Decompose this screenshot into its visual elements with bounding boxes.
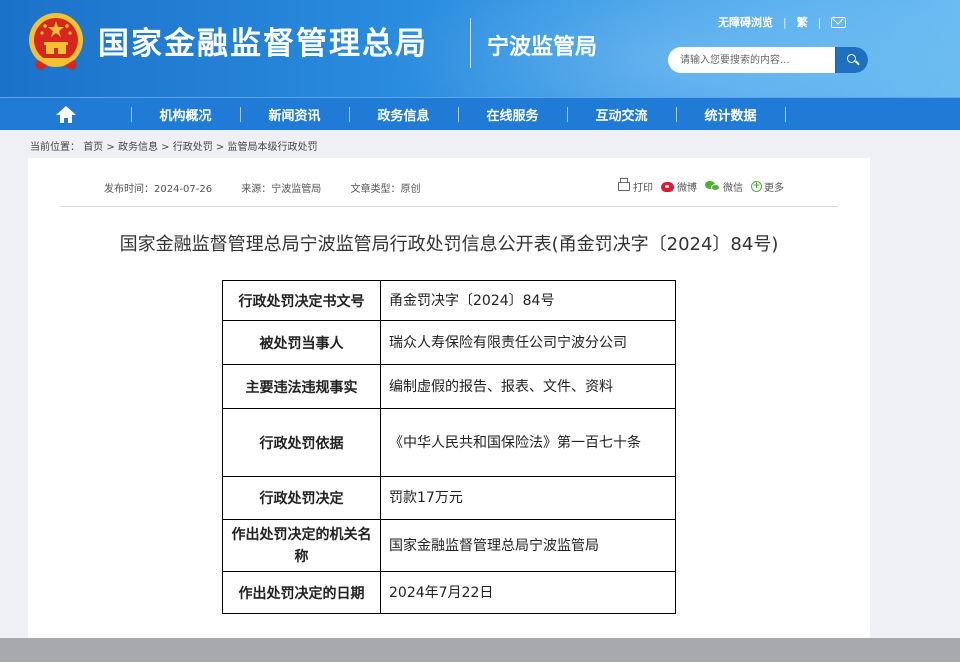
- search-box: [668, 47, 868, 73]
- link-separator: |: [817, 15, 822, 29]
- more-share-button[interactable]: + 更多: [751, 179, 784, 194]
- article-card: 发布时间：2024-07-26 来源：宁波监管局 文章类型：原创 打印 微博 微…: [28, 158, 870, 638]
- divider: [60, 206, 838, 207]
- table-row: 行政处罚决定 罚款17万元: [222, 476, 676, 520]
- top-links: 无障碍浏览 | 繁 |: [718, 14, 847, 30]
- nav-item-news[interactable]: 新闻资讯: [240, 98, 349, 131]
- nav-divider: [785, 106, 786, 122]
- table-value: 《中华人民共和国保险法》第一百七十条: [380, 408, 676, 477]
- article-title: 国家金融监督管理总局宁波监管局行政处罚信息公开表(甬金罚决字〔2024〕84号): [119, 234, 779, 255]
- penalty-info-table: 行政处罚决定书文号 甬金罚决字〔2024〕84号 被处罚当事人 瑞众人寿保险有限…: [222, 280, 676, 614]
- nav-item-interaction[interactable]: 互动交流: [567, 98, 676, 131]
- table-value: 编制虚假的报告、报表、文件、资料: [380, 364, 676, 409]
- table-key: 被处罚当事人: [222, 320, 381, 365]
- nav-home[interactable]: [0, 98, 131, 131]
- share-bar: 打印 微博 微信 + 更多: [618, 178, 792, 194]
- article-type: 文章类型：原创: [350, 184, 421, 195]
- weibo-label: 微博: [677, 183, 697, 194]
- print-label: 打印: [633, 183, 653, 194]
- breadcrumb-separator: >: [215, 142, 225, 153]
- search-button[interactable]: [835, 47, 868, 73]
- table-row: 作出处罚决定的日期 2024年7月22日: [222, 571, 676, 614]
- print-button[interactable]: 打印: [618, 178, 653, 194]
- site-title[interactable]: 国家金融监督管理总局: [98, 18, 428, 63]
- breadcrumb-government-info[interactable]: 政务信息: [118, 142, 158, 153]
- publish-time: 发布时间：2024-07-26: [104, 184, 213, 195]
- table-key: 行政处罚决定: [222, 476, 381, 520]
- main-nav: 机构概况 新闻资讯 政务信息 在线服务 互动交流 统计数据: [0, 97, 960, 130]
- national-emblem-icon: [29, 13, 83, 70]
- search-icon: [847, 54, 856, 63]
- breadcrumb-label: 当前位置：: [30, 142, 80, 153]
- table-row: 主要违法违规事实 编制虚假的报告、报表、文件、资料: [222, 364, 676, 409]
- printer-icon: [618, 178, 630, 191]
- site-header: 国家金融监督管理总局 宁波监管局 无障碍浏览 | 繁 |: [0, 0, 960, 97]
- home-icon: [55, 105, 76, 123]
- page-bottom-bar: [0, 638, 960, 662]
- title-divider: [470, 18, 471, 68]
- table-key: 行政处罚决定书文号: [222, 280, 381, 321]
- traditional-chinese-link[interactable]: 繁: [797, 14, 808, 30]
- breadcrumb-penalties[interactable]: 行政处罚: [173, 142, 213, 153]
- table-value: 瑞众人寿保险有限责任公司宁波分公司: [380, 320, 676, 365]
- weibo-share-button[interactable]: 微博: [661, 179, 697, 194]
- table-value: 国家金融监督管理总局宁波监管局: [380, 519, 676, 572]
- breadcrumb-separator: >: [161, 142, 170, 153]
- wechat-share-button[interactable]: 微信: [705, 179, 743, 194]
- table-key: 作出处罚决定的日期: [222, 571, 381, 614]
- breadcrumb-home[interactable]: 首页: [83, 142, 103, 153]
- nav-item-organization[interactable]: 机构概况: [131, 98, 240, 131]
- nav-item-government-info[interactable]: 政务信息: [349, 98, 458, 131]
- search-input[interactable]: [668, 47, 835, 73]
- table-row: 被处罚当事人 瑞众人寿保险有限责任公司宁波分公司: [222, 320, 676, 365]
- breadcrumb: 当前位置： 首页 > 政务信息 > 行政处罚 > 监管局本级行政处罚: [30, 138, 317, 153]
- weibo-icon: [661, 181, 674, 192]
- table-value: 罚款17万元: [380, 476, 676, 520]
- accessibility-link[interactable]: 无障碍浏览: [718, 14, 773, 30]
- more-label: 更多: [764, 183, 784, 194]
- nav-item-statistics[interactable]: 统计数据: [676, 98, 785, 131]
- wechat-icon: [705, 181, 720, 192]
- article-source: 来源：宁波监管局: [241, 184, 322, 195]
- plus-icon: +: [751, 181, 762, 192]
- mail-icon[interactable]: [831, 16, 847, 28]
- table-row: 行政处罚依据 《中华人民共和国保险法》第一百七十条: [222, 408, 676, 477]
- breadcrumb-bureau-penalties[interactable]: 监管局本级行政处罚: [227, 142, 317, 153]
- article-meta: 发布时间：2024-07-26 来源：宁波监管局 文章类型：原创: [104, 180, 447, 195]
- wechat-label: 微信: [723, 183, 743, 194]
- table-row: 行政处罚决定书文号 甬金罚决字〔2024〕84号: [222, 280, 676, 321]
- table-key: 行政处罚依据: [222, 408, 381, 477]
- table-value: 甬金罚决字〔2024〕84号: [380, 280, 676, 321]
- bureau-title[interactable]: 宁波监管局: [487, 29, 597, 61]
- table-key: 作出处罚决定的机关名称: [222, 519, 381, 572]
- table-row: 作出处罚决定的机关名称 国家金融监督管理总局宁波监管局: [222, 519, 676, 572]
- table-key: 主要违法违规事实: [222, 364, 381, 409]
- link-separator: |: [783, 15, 787, 29]
- breadcrumb-separator: >: [106, 142, 115, 153]
- nav-item-online-services[interactable]: 在线服务: [458, 98, 567, 131]
- table-value: 2024年7月22日: [380, 571, 676, 614]
